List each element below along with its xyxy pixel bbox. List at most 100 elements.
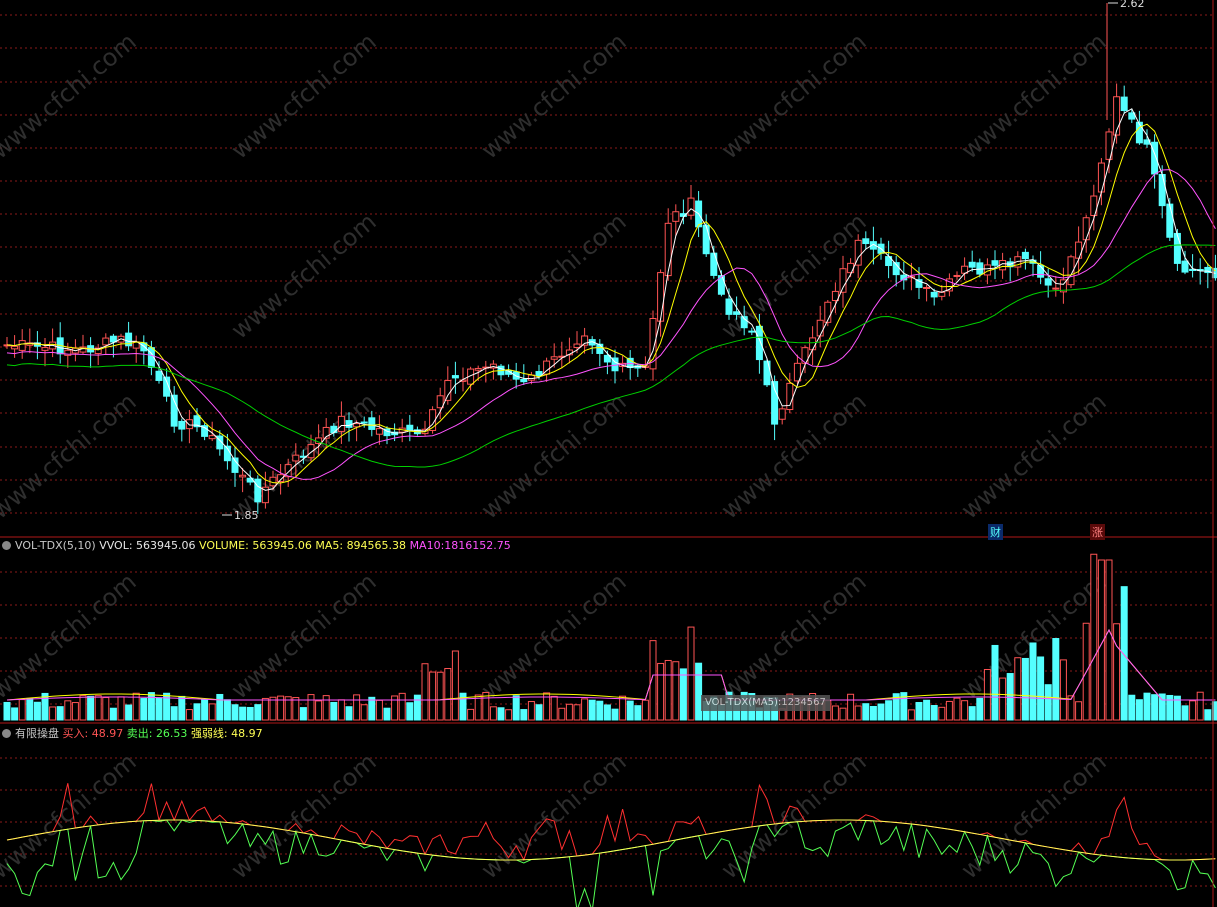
volume-bar xyxy=(79,695,87,721)
candle xyxy=(11,335,19,358)
volume-bar xyxy=(672,661,680,721)
candle-body xyxy=(292,454,300,462)
volume-bar xyxy=(679,668,687,721)
volume-bar xyxy=(527,701,535,721)
volume-bar xyxy=(907,709,915,721)
volume-bar xyxy=(1189,700,1197,721)
volume-bar xyxy=(429,671,437,721)
candle-body xyxy=(672,211,680,222)
volume-bar xyxy=(976,697,984,721)
volume-bar xyxy=(3,701,11,721)
volume-bar xyxy=(185,709,193,721)
volume-bar xyxy=(193,703,201,721)
candle xyxy=(1021,248,1029,270)
volume-bar xyxy=(216,693,224,721)
buy-label: 买入: xyxy=(62,727,89,740)
candle-body xyxy=(360,421,368,424)
limit-up-event-tag[interactable]: 涨 xyxy=(1090,524,1105,540)
watermark-text: www.cfchi.com xyxy=(716,747,872,884)
volume-bar xyxy=(497,707,505,721)
candle xyxy=(611,349,619,384)
volume-bar xyxy=(406,702,414,721)
ma5-value: 894565.38 xyxy=(346,539,407,552)
candle xyxy=(170,386,178,433)
candle xyxy=(596,339,604,367)
watermark-text: www.cfchi.com xyxy=(476,567,632,704)
volume-bar xyxy=(299,707,307,721)
volume-bar xyxy=(109,707,117,721)
volume-bar xyxy=(657,662,665,721)
volume-bar xyxy=(246,706,254,721)
candle xyxy=(923,284,931,302)
candle-body xyxy=(983,264,991,276)
volume-bar xyxy=(26,697,34,721)
stock-chart-canvas[interactable]: www.cfchi.com www.cfchi.com www.cfchi.com w… xyxy=(0,0,1217,907)
volume-bar xyxy=(269,696,277,721)
candle xyxy=(900,261,908,290)
volume-bar xyxy=(619,695,627,721)
volume-bar xyxy=(535,704,543,721)
candle-body xyxy=(1113,96,1121,136)
panel-menu-icon[interactable] xyxy=(2,729,11,738)
candle xyxy=(1059,267,1067,304)
volume-value: 563945.06 xyxy=(252,539,312,552)
volume-bar xyxy=(239,706,247,721)
candle xyxy=(991,250,999,280)
volume-bar xyxy=(208,703,216,721)
candle xyxy=(1052,276,1060,297)
volume-bar xyxy=(18,699,26,721)
volume-bar xyxy=(581,698,589,721)
volume-indicator-name[interactable]: VOL-TDX(5,10) xyxy=(15,539,96,552)
candle xyxy=(1113,83,1121,144)
candle xyxy=(1105,128,1113,174)
candle xyxy=(185,409,193,444)
ma-green-line xyxy=(6,244,1216,468)
volume-bar xyxy=(1037,656,1045,721)
candle xyxy=(33,331,41,360)
candle xyxy=(497,364,505,381)
watermark-text: www.cfchi.com xyxy=(226,27,382,164)
candle xyxy=(451,361,459,394)
candle xyxy=(687,185,695,220)
candle-body xyxy=(1181,260,1189,273)
candle-body xyxy=(345,420,353,428)
volume-bar xyxy=(831,705,839,721)
volume-bar xyxy=(1052,638,1060,721)
candle xyxy=(140,335,148,365)
candle xyxy=(634,363,642,377)
candle xyxy=(41,337,49,367)
candle xyxy=(702,214,710,257)
volume-bar xyxy=(1014,657,1022,721)
volume-bar xyxy=(49,706,57,721)
candle xyxy=(406,415,414,442)
watermark-text: www.cfchi.com xyxy=(716,207,872,344)
vvol-label: VVOL: xyxy=(99,539,133,552)
volume-label: VOLUME: xyxy=(199,539,249,552)
finance-event-tag[interactable]: 财 xyxy=(988,524,1003,540)
candle xyxy=(1037,251,1045,285)
candle-body xyxy=(1044,278,1052,286)
volume-bar xyxy=(1059,659,1067,721)
indicator-name[interactable]: 有限操盘 xyxy=(15,727,59,740)
candle-body xyxy=(938,291,946,297)
volume-panel-header: VOL-TDX(5,10) VVOL: 563945.06 VOLUME: 56… xyxy=(2,539,511,552)
candle-body xyxy=(923,286,931,289)
candle-body xyxy=(687,197,695,216)
ma10-value: 1816152.75 xyxy=(444,539,511,552)
volume-bar xyxy=(413,694,421,721)
panel-menu-icon[interactable] xyxy=(2,541,11,550)
candle xyxy=(1029,255,1037,277)
candle xyxy=(543,357,551,382)
candle-body xyxy=(254,478,262,503)
candle xyxy=(178,418,186,442)
volume-bar xyxy=(1143,692,1151,721)
vvol-value: 563945.06 xyxy=(136,539,196,552)
volume-bar xyxy=(231,704,239,721)
candle-body xyxy=(368,417,376,430)
candle xyxy=(467,366,475,391)
candle-body xyxy=(520,378,528,383)
volume-bar xyxy=(953,697,961,721)
candle xyxy=(801,345,809,374)
candle-body xyxy=(968,261,976,268)
candle xyxy=(163,368,171,402)
